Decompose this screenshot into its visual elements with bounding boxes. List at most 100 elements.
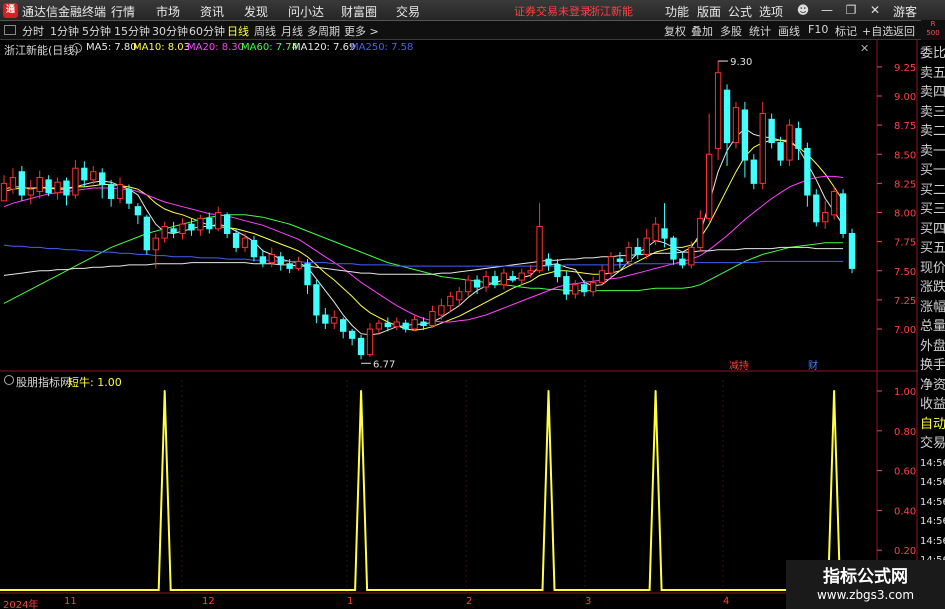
login-status[interactable]: 证券交易未登录 xyxy=(514,3,591,19)
side-item-20[interactable]: 交易 xyxy=(920,436,945,452)
indicator-line-duanniu xyxy=(0,390,877,591)
menu-discover[interactable]: 发现 xyxy=(244,3,268,20)
side-item-5[interactable]: 卖一 xyxy=(920,144,945,160)
side-item-0[interactable]: 委比 xyxy=(920,46,945,62)
side-item-14[interactable]: 总量 xyxy=(920,319,945,335)
add-watchlist-button[interactable]: +自选 xyxy=(862,23,893,39)
candle-body-46 xyxy=(411,319,418,330)
side-item-3[interactable]: 卖三 xyxy=(920,105,945,121)
indicator-settings-icon[interactable] xyxy=(4,375,14,385)
candle-body-19 xyxy=(170,228,177,233)
side-item-2[interactable]: 卖四 xyxy=(920,85,945,101)
layout-icon[interactable] xyxy=(4,25,16,35)
ma10-label: MA10: 8.03 xyxy=(133,42,191,53)
ytick-label-1: 9.00 xyxy=(894,92,916,103)
side-item-23[interactable]: 14:56 xyxy=(920,495,945,511)
period-tab-1min[interactable]: 1分钟 xyxy=(50,23,79,39)
candle-body-68 xyxy=(607,256,615,274)
side-item-18[interactable]: 收益 xyxy=(920,397,945,413)
candle-body-35 xyxy=(313,284,320,316)
app-logo-icon: 通 xyxy=(3,3,18,18)
minimize-icon[interactable]: — xyxy=(819,2,835,18)
side-item-13[interactable]: 涨幅 xyxy=(920,300,945,316)
period-tab-daily[interactable]: 日线 xyxy=(227,23,249,39)
ytick-label-3: 8.50 xyxy=(894,150,916,161)
overlay-button[interactable]: 叠加 xyxy=(691,23,713,39)
side-item-6[interactable]: 买一 xyxy=(920,163,945,179)
candle-body-56 xyxy=(500,272,508,286)
candle-body-79 xyxy=(706,153,713,219)
menu-news[interactable]: 资讯 xyxy=(200,3,224,20)
candle-body-86 xyxy=(768,118,775,144)
side-item-8[interactable]: 买三 xyxy=(920,202,945,218)
period-tab-30min[interactable]: 30分钟 xyxy=(152,23,188,39)
period-tab-15min[interactable]: 15分钟 xyxy=(114,23,150,39)
side-item-22[interactable]: 14:56 xyxy=(920,475,945,491)
menu-ask[interactable]: 问小达 xyxy=(288,3,324,20)
side-item-12[interactable]: 涨跌 xyxy=(920,280,945,296)
side-item-25[interactable]: 14:56 xyxy=(920,534,945,550)
period-tab-more[interactable]: 更多 > xyxy=(344,23,379,39)
menu-layout[interactable]: 版面 xyxy=(697,3,721,20)
candle-body-14 xyxy=(125,188,133,204)
draw-button[interactable]: 画线 xyxy=(778,23,800,39)
side-item-17[interactable]: 净资 xyxy=(920,378,945,394)
candle-body-57 xyxy=(509,276,516,281)
menu-function[interactable]: 功能 xyxy=(665,3,689,20)
side-item-11[interactable]: 现价 xyxy=(920,261,945,277)
period-tab-timeline[interactable]: 分时 xyxy=(22,23,44,39)
side-item-7[interactable]: 买二 xyxy=(920,183,945,199)
side-item-16[interactable]: 换手 xyxy=(920,358,945,374)
side-item-15[interactable]: 外盘 xyxy=(920,339,945,355)
guest-label[interactable]: 游客 xyxy=(893,3,917,20)
user-icon[interactable]: ☻ xyxy=(795,2,811,18)
menu-market[interactable]: 市场 xyxy=(156,3,180,20)
kline-chart[interactable]: 9.25 9.00 8.75 8.50 8.25 8.00 7.75 7.50 7.25 7.00… xyxy=(0,40,918,609)
multi-stock-button[interactable]: 多股 xyxy=(720,23,742,39)
side-item-9[interactable]: 买四 xyxy=(920,222,945,238)
ma-line-ma10 xyxy=(3,139,844,331)
indicator-name[interactable]: 股朋指标网 xyxy=(16,374,71,390)
candle-body-94 xyxy=(839,193,847,234)
close-icon[interactable]: ✕ xyxy=(867,2,883,18)
period-tab-monthly[interactable]: 月线 xyxy=(281,23,303,39)
level2-badge[interactable]: R 500 xyxy=(921,20,945,40)
side-item-4[interactable]: 卖二 xyxy=(920,124,945,140)
stats-button[interactable]: 统计 xyxy=(749,23,771,39)
chart-menu-icon[interactable]: ✕ xyxy=(860,42,869,55)
candle-body-0 xyxy=(0,182,8,202)
candle-body-26 xyxy=(232,232,240,248)
restore-icon[interactable]: ❐ xyxy=(843,2,859,18)
candle-body-11 xyxy=(99,172,106,186)
side-item-19[interactable]: 自动 xyxy=(920,417,945,433)
menu-options[interactable]: 选项 xyxy=(759,3,783,20)
candle-body-15 xyxy=(134,206,142,216)
side-item-21[interactable]: 14:56 xyxy=(920,456,945,472)
menu-formula[interactable]: 公式 xyxy=(728,3,752,20)
ma-line-ma5 xyxy=(3,127,844,336)
menu-quotes[interactable]: 行情 xyxy=(111,3,135,20)
period-tab-5min[interactable]: 5分钟 xyxy=(82,23,111,39)
side-item-10[interactable]: 买五 xyxy=(920,241,945,257)
candle-body-38 xyxy=(340,319,347,332)
candle-body-24 xyxy=(215,212,222,230)
side-item-1[interactable]: 卖五 xyxy=(920,66,945,82)
f10-button[interactable]: F10 xyxy=(808,23,828,36)
candle-body-52 xyxy=(464,279,472,293)
back-button[interactable]: 返回 xyxy=(893,23,915,39)
adjust-button[interactable]: 复权 xyxy=(664,23,686,39)
menu-trade[interactable]: 交易 xyxy=(396,3,420,20)
menu-fortune[interactable]: 财富圈 xyxy=(341,3,377,20)
candle-body-6 xyxy=(54,181,61,194)
period-tab-60min[interactable]: 60分钟 xyxy=(189,23,225,39)
candle-body-65 xyxy=(581,284,588,293)
candle-body-34 xyxy=(304,263,311,286)
period-tab-weekly[interactable]: 周线 xyxy=(254,23,276,39)
candle-body-32 xyxy=(286,263,293,269)
period-tab-multi[interactable]: 多周期 xyxy=(307,23,340,39)
mark-button[interactable]: 标记 xyxy=(835,23,857,39)
side-item-24[interactable]: 14:56 xyxy=(920,514,945,530)
candle-body-72 xyxy=(643,237,650,255)
chart-settings-icon[interactable]: … xyxy=(72,43,82,53)
indicator-peak-2 xyxy=(547,390,550,392)
